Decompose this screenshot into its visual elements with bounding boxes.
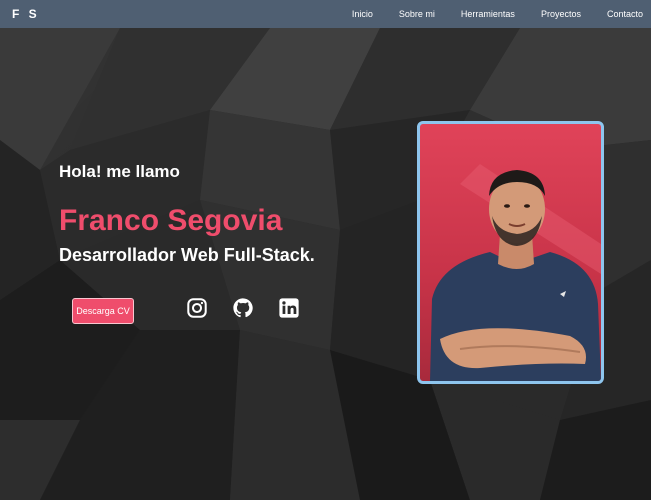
- nav-link-herramientas[interactable]: Herramientas: [461, 9, 515, 19]
- github-icon[interactable]: [232, 297, 254, 319]
- download-cv-button[interactable]: Descarga CV: [72, 298, 134, 324]
- nav-link-contacto[interactable]: Contacto: [607, 9, 643, 19]
- download-cv-label: Descarga CV: [76, 306, 130, 316]
- nav-link-proyectos[interactable]: Proyectos: [541, 9, 581, 19]
- navbar: F S Inicio Sobre mi Herramientas Proyect…: [0, 0, 651, 28]
- hero-name: Franco Segovia: [59, 204, 283, 237]
- nav-link-sobre-mi[interactable]: Sobre mi: [399, 9, 435, 19]
- nav-links: Inicio Sobre mi Herramientas Proyectos C…: [326, 9, 643, 19]
- hero-role: Desarrollador Web Full-Stack.: [59, 245, 315, 265]
- instagram-icon[interactable]: [186, 297, 208, 319]
- nav-link-inicio[interactable]: Inicio: [352, 9, 373, 19]
- profile-photo: [417, 121, 604, 384]
- profile-photo-illustration: [430, 164, 601, 381]
- logo[interactable]: F S: [12, 7, 40, 21]
- intro-text: Hola! me llamo: [59, 162, 180, 181]
- social-links: [186, 297, 300, 319]
- linkedin-icon[interactable]: [278, 297, 300, 319]
